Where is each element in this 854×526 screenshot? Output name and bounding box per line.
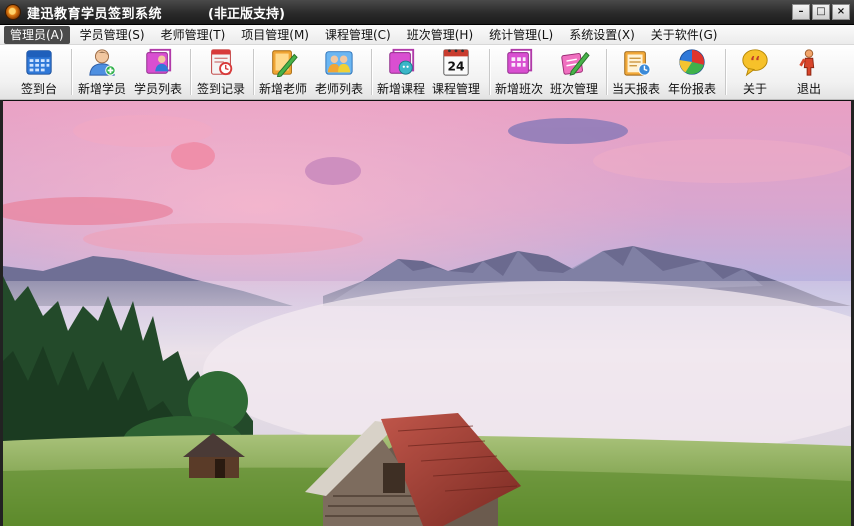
toolbar-label: 新增老师 [258,82,307,96]
menu-about[interactable]: 关于软件(G) [645,26,724,44]
window-controls: – □ × [792,4,850,20]
menu-statistics[interactable]: 统计管理(L) [483,26,559,44]
calendar-icon [26,50,52,75]
toolbar-exit-button[interactable]: 退出 [787,47,831,97]
menu-settings[interactable]: 系统设置(X) [563,26,641,44]
toolbar-add-class-button[interactable]: 新增班次 [493,47,545,97]
menu-project[interactable]: 项目管理(M) [235,26,315,44]
toolbar-separator [606,49,607,95]
course-calendar-icon: 24 [443,49,469,76]
toolbar-checkin-record-button[interactable]: 签到记录 [195,47,247,97]
toolbar-label: 当天报表 [611,82,660,96]
toolbar-label: 年份报表 [667,82,716,96]
about-icon: ‘‘ [742,49,768,77]
toolbar-label: 退出 [796,82,821,96]
add-class-icon [507,48,533,74]
svg-text:‘‘: ‘‘ [750,55,760,70]
menu-class[interactable]: 班次管理(H) [401,26,479,44]
toolbar-label: 签到台 [20,82,57,96]
class-edit-icon [561,51,590,76]
toolbar-label: 新增班次 [494,82,543,96]
window-subtitle: (非正版支持) [208,6,285,22]
teacher-list-icon [325,51,353,75]
toolbar-label: 签到记录 [196,82,245,96]
toolbar-separator [725,49,726,95]
toolbar-label: 班次管理 [549,82,598,96]
menu-student[interactable]: 学员管理(S) [74,26,151,44]
background-landscape-image [3,101,851,526]
toolbar-separator [371,49,372,95]
toolbar-separator [489,49,490,95]
toolbar-label: 老师列表 [314,82,363,96]
toolbar-course-manage-button[interactable]: 24 课程管理 [430,47,482,97]
menu-teacher[interactable]: 老师管理(T) [155,26,232,44]
toolbar-label: 新增课程 [376,82,425,96]
user-list-icon [146,48,172,74]
toolbar-daily-report-button[interactable]: 当天报表 [610,47,662,97]
toolbar-add-student-button[interactable]: 新增学员 [76,47,128,97]
exit-icon [799,49,815,76]
toolbar-teacher-list-button[interactable]: 老师列表 [313,47,365,97]
menu-admin[interactable]: 管理员(A) [4,25,70,44]
toolbar-label: 关于 [742,82,767,96]
add-teacher-icon [272,50,298,77]
window-title: 建迅教育学员签到系统 [27,6,163,22]
toolbar-separator [190,49,191,95]
toolbar-add-course-button[interactable]: 新增课程 [375,47,427,97]
app-logo-icon [5,4,21,20]
restore-button[interactable]: □ [812,4,830,20]
minimize-button[interactable]: – [792,4,810,20]
record-icon [211,49,233,76]
daily-report-icon [624,51,651,76]
toolbar-student-list-button[interactable]: 学员列表 [132,47,184,97]
toolbar-separator [71,49,72,95]
toolbar-yearly-report-button[interactable]: 年份报表 [666,47,718,97]
toolbar-separator [253,49,254,95]
title-bar: 建迅教育学员签到系统 (非正版支持) – □ × [0,0,854,25]
main-window: 建迅教育学员签到系统 (非正版支持) – □ × 管理员(A) 学员管理(S) … [0,0,854,526]
toolbar-label: 学员列表 [133,82,182,96]
add-user-icon [89,49,116,76]
menu-bar: 管理员(A) 学员管理(S) 老师管理(T) 项目管理(M) 课程管理(C) 班… [0,25,854,45]
toolbar-class-manage-button[interactable]: 班次管理 [548,47,600,97]
toolbar-add-teacher-button[interactable]: 新增老师 [257,47,309,97]
yearly-report-icon [679,49,705,75]
toolbar-checkin-desk-button[interactable]: 签到台 [17,47,61,97]
close-button[interactable]: × [832,4,850,20]
toolbar: 签到台 新增学员 学员列表 签到记录 新增老师 老师列表 新增课程 24 课程管… [0,45,854,100]
toolbar-label: 新增学员 [77,82,126,96]
toolbar-label: 课程管理 [431,82,480,96]
menu-course[interactable]: 课程管理(C) [319,26,397,44]
add-course-icon [389,48,415,75]
calendar-badge: 24 [448,59,465,73]
toolbar-about-button[interactable]: ‘‘ 关于 [733,47,777,97]
